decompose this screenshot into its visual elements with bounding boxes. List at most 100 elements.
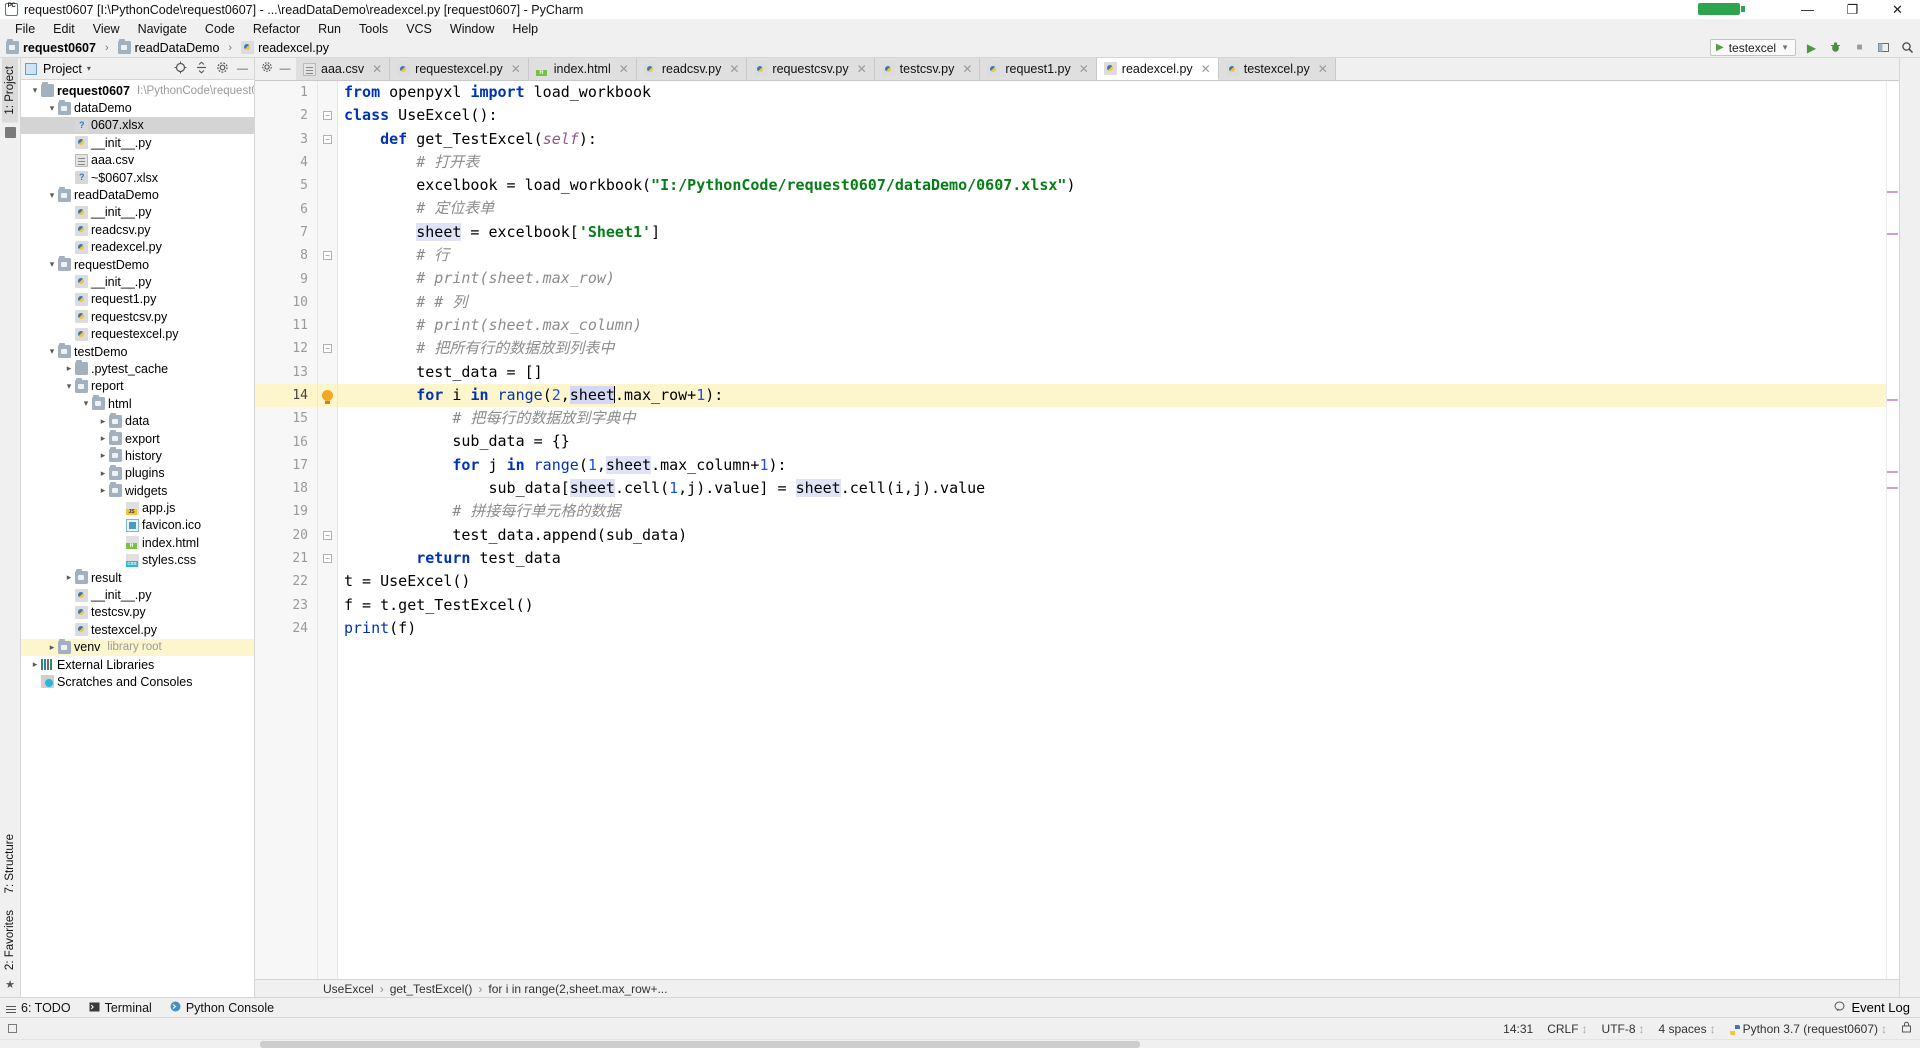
code-editor[interactable]: 1 2 3 4 5 6 7 8 9 10 11 12 13 14 15 16 17 18 19 20 21 22 23 24 … <box>255 81 1899 979</box>
tree-node-requestexcel-py[interactable]: requestexcel.py <box>21 325 254 342</box>
status-encoding[interactable]: UTF-8 ↕ <box>1602 1022 1645 1036</box>
editor-tab-testexcel-py[interactable]: testexcel.py ✕ <box>1218 58 1336 80</box>
editor-tab-aaa-csv[interactable]: aaa.csv ✕ <box>296 58 391 80</box>
line-number[interactable]: 12 <box>255 337 317 360</box>
tree-node-scratches-and-consoles[interactable]: Scratches and Consoles <box>21 673 254 690</box>
code-line[interactable]: print(f) <box>338 617 1886 640</box>
editor-tab-index-html[interactable]: index.html ✕ <box>528 58 637 80</box>
line-number[interactable]: 17 <box>255 454 317 477</box>
tree-node-report[interactable]: ▾ report <box>21 377 254 395</box>
tree-node--init-py[interactable]: __init__.py <box>21 586 254 603</box>
chevron-right-icon[interactable]: ▸ <box>46 642 58 653</box>
tree-node-venv[interactable]: ▸ venv library root <box>21 638 254 656</box>
tool-window-toggle-icon[interactable] <box>8 1024 17 1033</box>
tree-node-index-html[interactable]: index.html <box>21 534 254 551</box>
line-number[interactable]: 7 <box>255 221 317 244</box>
editor-tab-testcsv-py[interactable]: testcsv.py ✕ <box>874 58 981 80</box>
lock-icon[interactable] <box>1901 1021 1912 1036</box>
hide-panel-icon[interactable]: — <box>237 63 248 75</box>
line-number[interactable]: 11 <box>255 314 317 337</box>
chevron-right-icon[interactable]: ▸ <box>97 468 109 479</box>
line-number[interactable]: 9 <box>255 267 317 290</box>
code-line[interactable]: test_data.append(sub_data) <box>338 524 1886 547</box>
layout-button[interactable] <box>1875 39 1892 56</box>
tree-node-result[interactable]: ▸ result <box>21 569 254 586</box>
gear-icon[interactable] <box>216 61 229 77</box>
fold-toggle-icon[interactable]: − <box>323 111 332 121</box>
maximize-button[interactable]: ❐ <box>1830 0 1875 19</box>
tree-node-testdemo[interactable]: ▾ testDemo <box>21 343 254 360</box>
line-number[interactable]: 20 <box>255 524 317 547</box>
editor-tab-requestexcel-py[interactable]: requestexcel.py ✕ <box>390 58 529 80</box>
code-line[interactable]: sheet = excelbook['Sheet1'] <box>338 221 1886 244</box>
line-number[interactable]: 16 <box>255 430 317 453</box>
chevron-right-icon[interactable]: ▸ <box>97 433 109 444</box>
line-number-gutter[interactable]: 1 2 3 4 5 6 7 8 9 10 11 12 13 14 15 16 17 18 19 20 21 22 23 24 <box>255 81 318 979</box>
close-icon[interactable]: ✕ <box>619 62 629 76</box>
line-number[interactable]: 4 <box>255 151 317 174</box>
intention-bulb-icon[interactable] <box>322 390 333 404</box>
menu-tools[interactable]: Tools <box>350 21 397 37</box>
tree-node--init-py[interactable]: __init__.py <box>21 204 254 221</box>
rail-item-structure[interactable]: 7: Structure <box>2 826 18 901</box>
line-number[interactable]: 19 <box>255 500 317 523</box>
status-indent[interactable]: 4 spaces ↕ <box>1659 1022 1716 1036</box>
close-button[interactable]: ✕ <box>1875 0 1920 19</box>
line-number[interactable]: 18 <box>255 477 317 500</box>
breadcrumb-method[interactable]: get_TestExcel() <box>390 982 473 996</box>
tree-node-aaa-csv[interactable]: aaa.csv <box>21 152 254 169</box>
chevron-down-icon[interactable]: ▾ <box>46 346 58 357</box>
code-line[interactable]: # 定位表单 <box>338 197 1886 220</box>
code-line[interactable]: # 把所有行的数据放到列表中 <box>338 337 1886 360</box>
code-line[interactable]: # # 列 <box>338 291 1886 314</box>
gear-icon[interactable] <box>261 61 273 76</box>
code-line[interactable]: for i in range(2,sheet.max_row+1): <box>338 383 1886 408</box>
fold-marker[interactable]: − <box>318 104 337 127</box>
horizontal-scrollbar[interactable] <box>0 1039 1920 1048</box>
editor-tab-request1-py[interactable]: request1.py ✕ <box>980 58 1097 80</box>
menu-refactor[interactable]: Refactor <box>244 21 309 37</box>
editor-tab-readcsv-py[interactable]: readcsv.py ✕ <box>636 58 748 80</box>
chevron-right-icon[interactable]: ▸ <box>63 572 75 583</box>
hide-editor-icon[interactable]: — <box>280 63 291 75</box>
tool-window-todo[interactable]: 6: TODO <box>6 1001 71 1015</box>
tree-node-favicon-ico[interactable]: favicon.ico <box>21 517 254 534</box>
line-number[interactable]: 21 <box>255 547 317 570</box>
tree-node-styles-css[interactable]: styles.css <box>21 552 254 569</box>
rail-item-favorites[interactable]: 2: Favorites <box>2 902 18 978</box>
code-line[interactable]: sub_data = {} <box>338 430 1886 453</box>
tree-node-data[interactable]: ▸ data <box>21 412 254 429</box>
status-line-separator[interactable]: CRLF ↕ <box>1547 1022 1587 1036</box>
fold-toggle-icon[interactable]: − <box>323 530 332 540</box>
code-line[interactable]: test_data = [] <box>338 361 1886 384</box>
code-content[interactable]: from openpyxl import load_workbook class … <box>338 81 1886 979</box>
fold-marker[interactable]: − <box>318 128 337 151</box>
breadcrumb-statement[interactable]: for i in range(2,sheet.max_row+... <box>488 982 667 996</box>
chevron-down-icon[interactable]: ▾ <box>63 381 75 392</box>
code-line[interactable]: def get_TestExcel(self): <box>338 128 1886 151</box>
editor-tab-readexcel-py[interactable]: readexcel.py ✕ <box>1096 58 1219 80</box>
chevron-down-icon[interactable]: ▾ <box>46 259 58 270</box>
line-number[interactable]: 10 <box>255 291 317 314</box>
chevron-down-icon[interactable]: ▾ <box>80 398 92 409</box>
chevron-right-icon[interactable]: ▸ <box>29 659 41 670</box>
marker-bar[interactable] <box>1886 81 1899 979</box>
tree-node-widgets[interactable]: ▸ widgets <box>21 482 254 499</box>
chevron-down-icon[interactable]: ▾ <box>46 190 58 201</box>
breadcrumb-item-file[interactable]: readexcel.py <box>258 41 329 55</box>
chevron-right-icon[interactable]: ▸ <box>97 450 109 461</box>
tree-node-request1-py[interactable]: request1.py <box>21 291 254 308</box>
close-icon[interactable]: ✕ <box>729 62 739 76</box>
tree-node-external-libraries[interactable]: ▸ External Libraries <box>21 656 254 673</box>
menu-run[interactable]: Run <box>309 21 350 37</box>
fold-marker[interactable]: − <box>318 547 337 570</box>
fold-marker[interactable]: − <box>318 337 337 360</box>
tree-node-html[interactable]: ▾ html <box>21 395 254 412</box>
code-line[interactable]: # 拼接每行单元格的数据 <box>338 500 1886 523</box>
code-line[interactable]: # print(sheet.max_row) <box>338 267 1886 290</box>
breadcrumb-item-project[interactable]: request0607 <box>23 41 96 55</box>
tree-node-plugins[interactable]: ▸ plugins <box>21 464 254 482</box>
tree-node-history[interactable]: ▸ history <box>21 447 254 464</box>
menu-navigate[interactable]: Navigate <box>129 21 196 37</box>
line-number[interactable]: 24 <box>255 617 317 640</box>
